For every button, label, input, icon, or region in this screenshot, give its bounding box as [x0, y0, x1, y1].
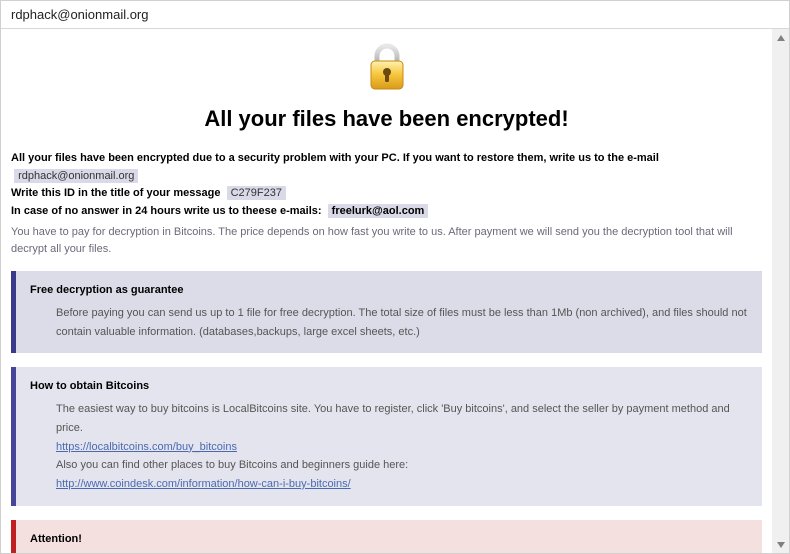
intro-line1-text: All your files have been encrypted due t… — [11, 152, 659, 164]
app-window: rdphack@onionmail.org — [0, 0, 790, 554]
message-id: C279F237 — [227, 186, 286, 200]
intro-line1: All your files have been encrypted due t… — [11, 150, 762, 185]
attention-item: Do not rename encrypted files. — [72, 552, 748, 553]
titlebar: rdphack@onionmail.org — [1, 1, 789, 29]
intro-line3-text: In case of no answer in 24 hours write u… — [11, 205, 322, 217]
hero: All your files have been encrypted! — [11, 41, 762, 132]
attention-box: Attention! Do not rename encrypted files… — [11, 520, 762, 553]
bitcoins-text1: The easiest way to buy bitcoins is Local… — [56, 400, 748, 437]
intro-block: All your files have been encrypted due t… — [11, 150, 762, 220]
bitcoins-text2: Also you can find other places to buy Bi… — [56, 456, 748, 475]
email-secondary: freelurk@aol.com — [328, 204, 429, 218]
window-title: rdphack@onionmail.org — [11, 7, 149, 22]
intro-line3: In case of no answer in 24 hours write u… — [11, 203, 762, 221]
bitcoins-body: The easiest way to buy bitcoins is Local… — [30, 400, 748, 493]
email-primary: rdphack@onionmail.org — [14, 169, 138, 183]
lock-icon — [361, 41, 413, 98]
payment-note: You have to pay for decryption in Bitcoi… — [11, 224, 762, 257]
scroll-down-icon[interactable] — [772, 536, 789, 553]
bitcoins-link2[interactable]: http://www.coindesk.com/information/how-… — [56, 478, 351, 490]
attention-list: Do not rename encrypted files. Do not tr… — [30, 552, 748, 553]
content-area: All your files have been encrypted! All … — [1, 29, 772, 553]
bitcoins-link1[interactable]: https://localbitcoins.com/buy_bitcoins — [56, 441, 237, 453]
guarantee-box: Free decryption as guarantee Before payi… — [11, 271, 762, 353]
guarantee-title: Free decryption as guarantee — [30, 281, 748, 300]
hero-heading: All your files have been encrypted! — [11, 106, 762, 132]
scroll-up-icon[interactable] — [772, 29, 789, 46]
intro-line2-text: Write this ID in the title of your messa… — [11, 187, 220, 199]
bitcoins-title: How to obtain Bitcoins — [30, 377, 748, 396]
guarantee-body: Before paying you can send us up to 1 fi… — [30, 304, 748, 341]
intro-line2: Write this ID in the title of your messa… — [11, 185, 762, 203]
vertical-scrollbar[interactable] — [772, 29, 789, 553]
content-wrapper: All your files have been encrypted! All … — [1, 29, 789, 553]
attention-title: Attention! — [30, 530, 748, 549]
bitcoins-box: How to obtain Bitcoins The easiest way t… — [11, 367, 762, 505]
